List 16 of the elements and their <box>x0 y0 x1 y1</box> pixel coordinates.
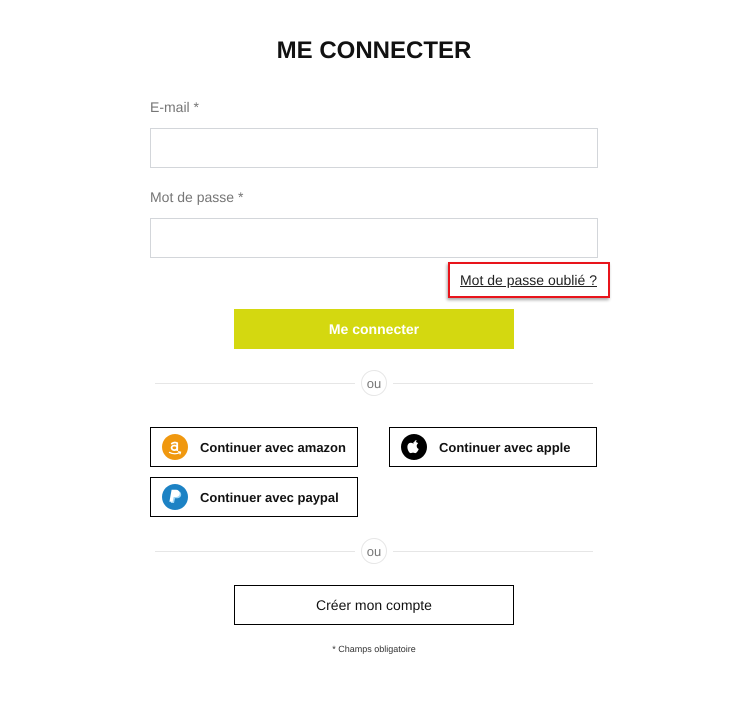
separator-label: ou <box>361 370 387 396</box>
letter-p-logo-icon <box>162 484 188 510</box>
social-login-button[interactable]: Continuer avec paypal <box>150 477 358 517</box>
create-account-button[interactable]: Créer mon compte <box>234 585 514 625</box>
social-login-button[interactable]: Continuer avec amazon <box>150 427 358 467</box>
social-login-button[interactable]: Continuer avec apple <box>389 427 597 467</box>
letter-a-smile-icon <box>162 434 188 460</box>
required-fields-note: * Champs obligatoire <box>332 643 416 655</box>
field-label: Mot de passe * <box>150 188 244 206</box>
input-field[interactable] <box>150 128 598 168</box>
input-field[interactable] <box>150 218 598 258</box>
separator-label: ou <box>361 538 387 564</box>
field-label: E-mail * <box>150 98 200 116</box>
forgot-password-link[interactable]: Mot de passe oublié ? <box>460 271 597 289</box>
apple-icon <box>401 434 427 460</box>
page-title: ME CONNECTER <box>276 37 472 65</box>
